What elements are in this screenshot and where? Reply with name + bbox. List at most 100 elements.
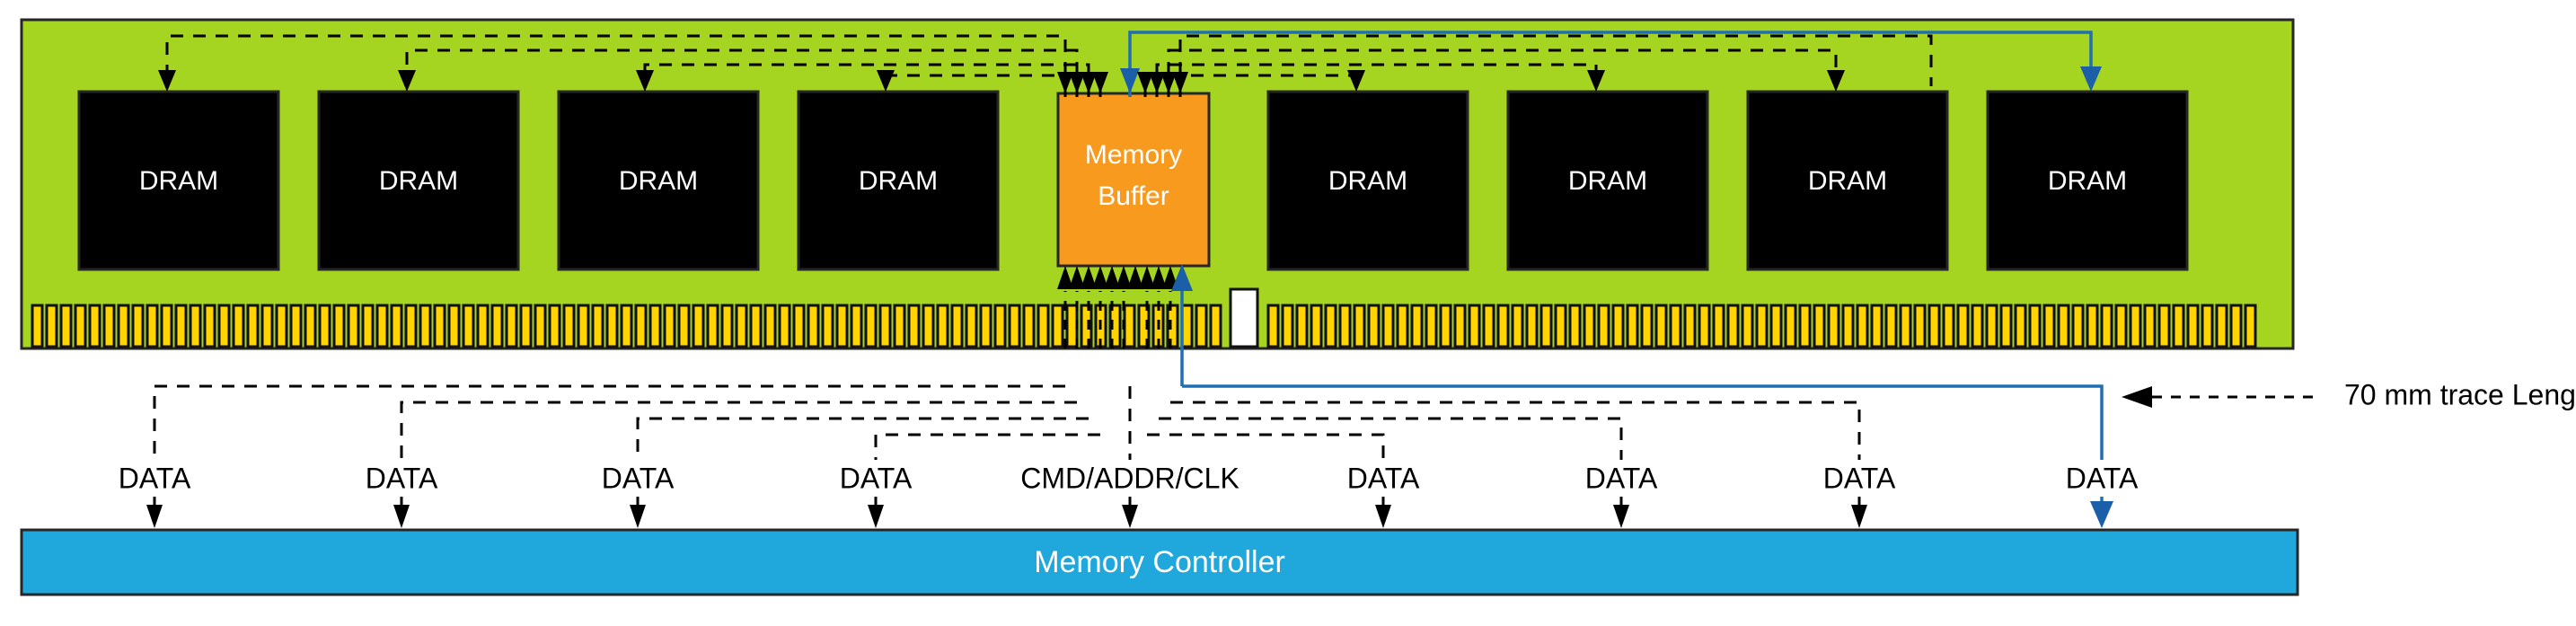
connector-pin — [1353, 304, 1366, 348]
bus-label-cmd-addr-clk: CMD/ADDR/CLK — [1020, 462, 1239, 494]
connector-pin — [1051, 304, 1064, 348]
connector-pin — [763, 304, 777, 348]
controller-arrow-icon — [1613, 505, 1629, 528]
connector-pin — [246, 304, 260, 348]
edge-connector-pins — [31, 304, 2257, 348]
connector-pin — [318, 304, 331, 348]
connector-pin — [548, 304, 561, 348]
connector-pin — [117, 304, 130, 348]
connector-pin — [893, 304, 906, 348]
connector-pin — [232, 304, 245, 348]
connector-pin — [2215, 304, 2228, 348]
dimm-topology-diagram: DRAM DRAM DRAM DRAM DRAM DRAM DRAM DRAM Memory … — [0, 0, 2576, 626]
bus-label-data: DATA — [840, 462, 913, 494]
connector-pin — [2244, 304, 2257, 348]
bus-label-data: DATA — [1347, 462, 1420, 494]
connector-pin — [74, 304, 87, 348]
connector-pin — [160, 304, 173, 348]
connector-pin — [347, 304, 360, 348]
connector-pin — [419, 304, 432, 348]
connector-pin — [1396, 304, 1409, 348]
connector-pin — [1123, 304, 1136, 348]
connector-pin — [1511, 304, 1524, 348]
connector-pin — [1310, 304, 1323, 348]
connector-pin — [1037, 304, 1050, 348]
connector-pin — [749, 304, 763, 348]
connector-pin — [1626, 304, 1639, 348]
connector-pin — [1367, 304, 1381, 348]
connector-pin — [2157, 304, 2171, 348]
controller-arrow-icon — [630, 505, 646, 528]
connector-pin — [1856, 304, 1869, 348]
connector-pin — [131, 304, 145, 348]
dram-chip-label: DRAM — [619, 166, 698, 196]
connector-pin — [1884, 304, 1898, 348]
connector-pin — [1281, 304, 1294, 348]
connector-pin — [1209, 304, 1222, 348]
connector-pin — [922, 304, 935, 348]
connector-pin — [720, 304, 734, 348]
connector-pin — [835, 304, 849, 348]
dram-chip-label: DRAM — [1328, 166, 1407, 196]
connector-pin — [2028, 304, 2042, 348]
bus-label-data: DATA — [602, 462, 675, 494]
connector-pin — [692, 304, 705, 348]
connector-pin — [2186, 304, 2200, 348]
connector-pin — [1640, 304, 1654, 348]
connector-pin — [1712, 304, 1725, 348]
memory-buffer-chip[interactable] — [1056, 92, 1211, 268]
connector-pin — [174, 304, 188, 348]
connector-pin — [476, 304, 490, 348]
connector-pin — [1496, 304, 1510, 348]
controller-arrow-icon — [1375, 505, 1391, 528]
dram-chip-label: DRAM — [379, 166, 458, 196]
connector-pin — [404, 304, 418, 348]
connector-pin — [2129, 304, 2142, 348]
connector-pin — [2057, 304, 2070, 348]
connector-pin — [1654, 304, 1668, 348]
connector-pin — [1583, 304, 1596, 348]
connector-pin — [807, 304, 820, 348]
connector-pin — [1985, 304, 1998, 348]
connector-pin — [1568, 304, 1582, 348]
connector-pin — [2201, 304, 2214, 348]
connector-to-controller-routing — [153, 384, 2104, 460]
connector-pin — [735, 304, 748, 348]
controller-arrow-icon — [868, 505, 884, 528]
connector-pin — [275, 304, 288, 348]
connector-pin — [1482, 304, 1495, 348]
connector-pin — [45, 304, 58, 348]
connector-pin — [1065, 304, 1079, 348]
connector-pin — [1468, 304, 1481, 348]
bus-label-data: DATA — [2066, 462, 2139, 494]
controller-arrow-icon — [2090, 501, 2113, 528]
connector-pin — [878, 304, 892, 348]
connector-pin — [1022, 304, 1036, 348]
connector-pin — [1195, 304, 1208, 348]
controller-arrow-icon — [393, 505, 410, 528]
connector-pin — [936, 304, 949, 348]
bus-label-data: DATA — [119, 462, 191, 494]
connector-pin — [1741, 304, 1754, 348]
connector-pin — [203, 304, 216, 348]
connector-pin — [993, 304, 1007, 348]
connector-pin — [907, 304, 921, 348]
connector-pin — [390, 304, 403, 348]
bus-label-group: DATA DATA DATA DATA CMD/ADDR/CLK DATA DATA DATA… — [119, 462, 2139, 494]
connector-pin — [1999, 304, 2013, 348]
connector-pin — [1525, 304, 1539, 348]
connector-pin — [88, 304, 101, 348]
connector-pin — [1971, 304, 1984, 348]
connector-pin — [1453, 304, 1467, 348]
connector-pin — [490, 304, 504, 348]
diagram-canvas: DRAM DRAM DRAM DRAM DRAM DRAM DRAM DRAM Memory … — [20, 18, 2576, 596]
dram-chip-label: DRAM — [859, 166, 938, 196]
connector-pin — [634, 304, 648, 348]
controller-arrow-icon — [1122, 505, 1138, 528]
connector-pin — [361, 304, 375, 348]
connector-pin — [217, 304, 231, 348]
connector-pin — [2114, 304, 2128, 348]
connector-pin — [1683, 304, 1697, 348]
controller-arrow-icon — [1851, 505, 1867, 528]
connector-pin — [375, 304, 389, 348]
